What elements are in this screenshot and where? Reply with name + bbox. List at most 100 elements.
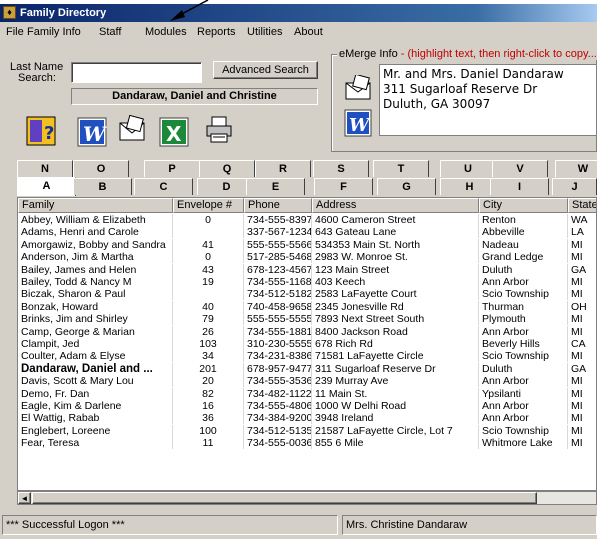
tab-q[interactable]: Q [199,160,255,177]
printer-icon[interactable] [204,115,234,145]
table-row[interactable]: Davis, Scott & Mary Lou 20 734-555-3536 239… [18,375,596,388]
table-row[interactable]: Brinks, Jim and Shirley 79 555-555-5555 789… [18,313,596,326]
table-row[interactable]: Amorgawiz, Bobby and Sandra 41 555-555-556… [18,238,596,251]
cell-envelope: 36 [173,412,244,425]
cell-city: Nadeau [479,238,568,251]
table-row[interactable]: Bailey, James and Helen 43 678-123-4567 123… [18,263,596,276]
tab-r[interactable]: R [255,160,311,177]
tab-p[interactable]: P [144,160,200,177]
tab-j[interactable]: J [552,178,597,195]
word-icon[interactable]: W [77,117,107,147]
cell-city: Scio Township [479,350,568,363]
cell-family: Dandaraw, Daniel and ... [18,362,173,375]
cell-city: Renton [479,214,568,226]
cell-family: Adams, Henri and Carole [18,226,173,239]
column-header-family[interactable]: Family [18,198,173,213]
tab-t[interactable]: T [373,160,429,177]
cell-address: 239 Murray Ave [312,375,479,388]
table-row[interactable]: Eagle, Kim & Darlene 16 734-555-4806 1000 W… [18,400,596,412]
cell-phone: 734-512-5135 [244,424,312,437]
table-row[interactable]: Bailey, Todd & Nancy M 19 734-555-1168 403 … [18,276,596,288]
table-row[interactable]: El Wattig, Rabab 36 734-384-9200 3948 Irela… [18,412,596,425]
column-header-city[interactable]: City [479,198,568,213]
scroll-thumb[interactable] [32,492,537,504]
menu-file[interactable]: File [6,26,24,38]
cell-city: Scio Township [479,288,568,301]
menu-modules[interactable]: Modules [145,26,187,38]
table-row[interactable]: Demo, Fr. Dan 82 734-482-1122 11 Main St. Yp… [18,387,596,400]
horizontal-scrollbar[interactable]: ◄ [17,491,597,505]
column-header-phone[interactable]: Phone [244,198,312,213]
cell-address: 2583 LaFayette Court [312,288,479,301]
svg-text:W: W [83,122,107,146]
cell-state: MI [568,437,596,449]
tab-b[interactable]: B [73,178,132,195]
menu-about[interactable]: About [294,26,323,38]
cell-envelope: 0 [173,214,244,226]
cell-state: MI [568,313,596,325]
table-row[interactable]: Abbey, William & Elizabeth 0 734-555-8397 4… [18,214,596,226]
table-row[interactable]: Clampit, Jed 103 310-230-5555 678 Rich Rd Be… [18,338,596,350]
table-row[interactable]: Camp, George & Marian 26 734-555-1881 8400 … [18,325,596,338]
tab-g[interactable]: G [377,178,436,195]
tab-u[interactable]: U [440,160,496,177]
table-row[interactable]: Fear, Teresa 11 734-555-0036 855 6 Mile Whit… [18,437,596,450]
tab-e[interactable]: E [246,178,305,195]
table-row[interactable]: Bonzak, Howard 40 740-458-9658 2345 Jonesvi… [18,300,596,313]
cell-phone: 310-230-5555 [244,338,312,350]
cell-envelope: 34 [173,350,244,363]
table-row[interactable]: Dandaraw, Daniel and ... 201 678-957-9477 3… [18,362,596,375]
menu-utilities[interactable]: Utilities [247,26,282,38]
cell-state: LA [568,226,596,238]
cell-address: 855 6 Mile [312,437,479,450]
cell-family: Eagle, Kim & Darlene [18,400,173,412]
cell-family: Brinks, Jim and Shirley [18,313,173,326]
tab-f[interactable]: F [314,178,373,195]
tab-a[interactable]: A [17,177,76,196]
last-name-search-input[interactable] [71,62,202,83]
emerge-address-box[interactable]: Mr. and Mrs. Daniel Dandaraw 311 Sugarlo… [379,64,597,136]
cell-phone: 734-555-4806 [244,400,312,412]
cell-state: MI [568,239,596,251]
table-row[interactable]: Anderson, Jim & Martha 0 517-285-5468 2983 … [18,251,596,264]
menu-family-info[interactable]: Family Info [27,26,81,38]
family-grid[interactable]: Family Envelope # Phone Address City State Abb… [17,197,597,491]
help-icon[interactable]: ? [26,116,56,146]
advanced-search-button[interactable]: Advanced Search [213,61,318,79]
table-row[interactable]: Englebert, Loreene 100 734-512-5135 21587 L… [18,424,596,437]
tab-i[interactable]: I [490,178,549,195]
cell-family: Clampit, Jed [18,338,173,350]
cell-phone: 734-555-1168 [244,276,312,288]
table-row[interactable]: Coulter, Adam & Elyse 34 734-231-8386 71581… [18,350,596,363]
word-export-icon[interactable]: W [344,109,372,137]
column-header-address[interactable]: Address [312,198,479,213]
cell-envelope: 16 [173,400,244,412]
tab-n[interactable]: N [17,160,73,177]
cell-state: MI [568,326,596,338]
emerge-info-legend: eMerge Info - (highlight text, then righ… [337,48,597,60]
envelope-icon[interactable] [117,115,147,145]
tab-v[interactable]: V [492,160,548,177]
tab-s[interactable]: S [313,160,369,177]
cell-family: Anderson, Jim & Martha [18,251,173,264]
scroll-left-icon[interactable]: ◄ [18,492,31,504]
cell-city: Ann Arbor [479,276,568,288]
cell-city: Ann Arbor [479,412,568,425]
address-line-3: Duluth, GA 30097 [383,97,491,111]
envelope-label-icon[interactable] [343,75,373,103]
menu-reports[interactable]: Reports [197,26,236,38]
table-row[interactable]: Adams, Henri and Carole 337-567-1234 643 G… [18,226,596,239]
cell-state: OH [568,301,596,313]
excel-icon[interactable]: X [159,117,189,147]
cell-state: GA [568,363,596,375]
tab-c[interactable]: C [134,178,193,195]
menu-staff[interactable]: Staff [99,26,121,38]
tab-w[interactable]: W [555,160,597,177]
svg-text:X: X [166,122,182,146]
pointer-arrow-icon [170,0,209,21]
table-row[interactable]: Biczak, Sharon & Paul 734-512-5182 2583 La… [18,288,596,301]
column-header-envelope[interactable]: Envelope # [173,198,244,213]
column-header-state[interactable]: State [568,198,596,213]
cell-state: MI [568,412,596,424]
tab-o[interactable]: O [73,160,129,177]
